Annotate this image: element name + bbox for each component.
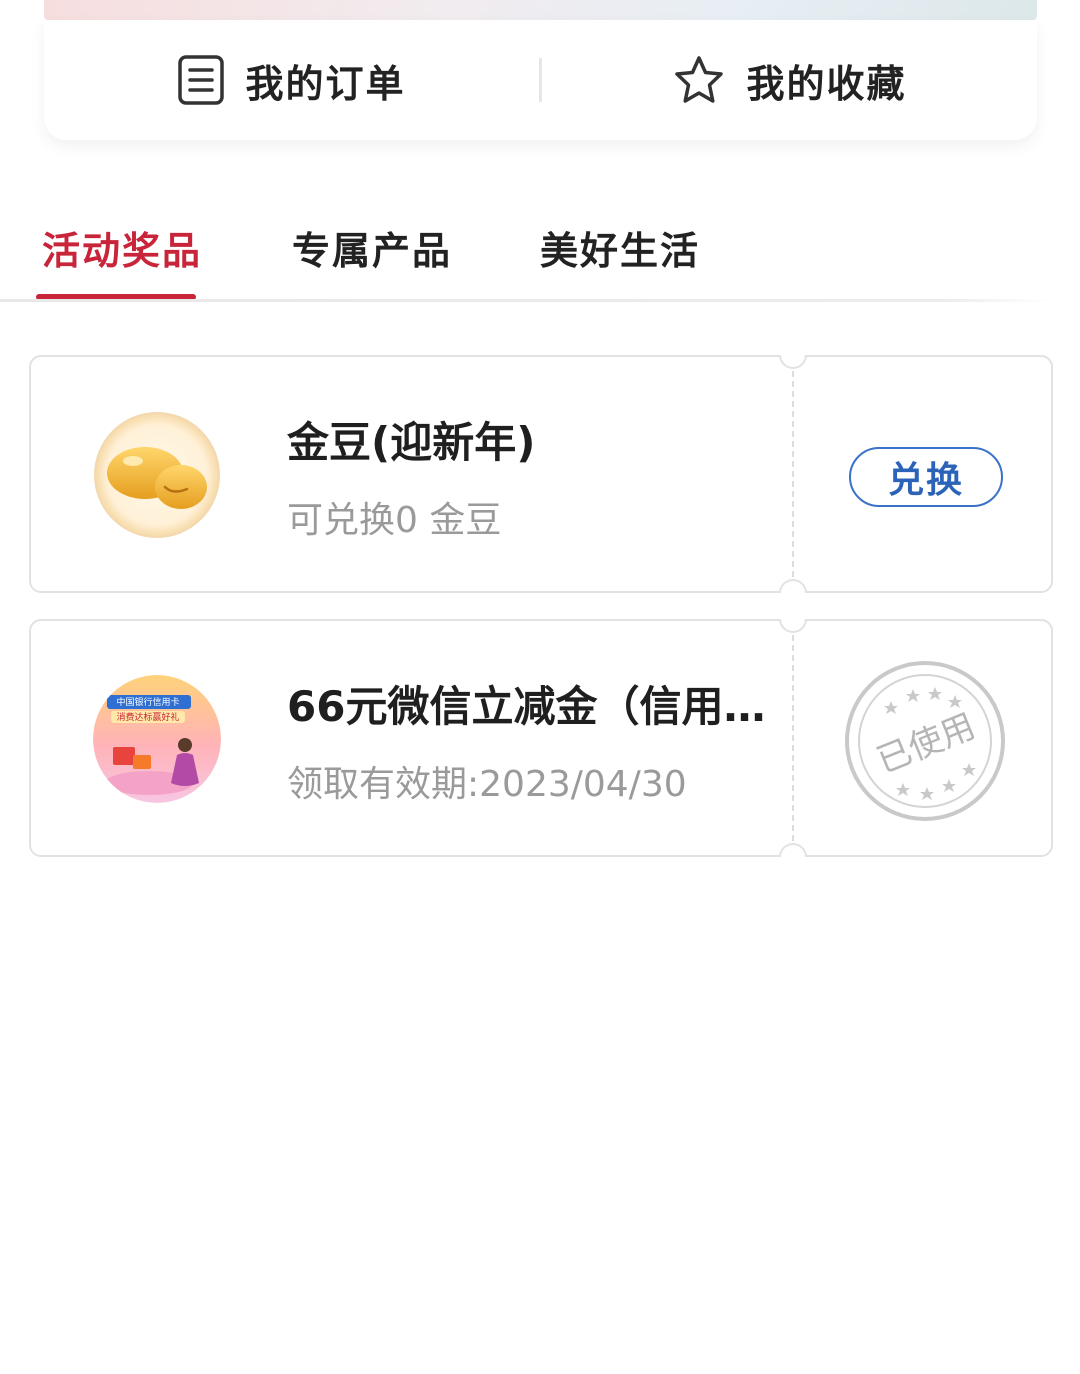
used-stamp-label: 已使用: [871, 706, 981, 781]
used-stamp: 已使用: [843, 659, 1007, 823]
prize-title: 66元微信立减金（信用卡专享）: [287, 682, 781, 731]
promo-thumbnail: 中国银行信用卡 消费达标赢好礼: [93, 675, 221, 803]
prize-balance: 可兑换0 金豆: [287, 500, 502, 541]
gold-bean-icon: [93, 411, 221, 539]
perforation-line: [792, 371, 794, 577]
tab-exclusive-products[interactable]: 专属产品: [292, 220, 452, 275]
svg-text:消费达标赢好礼: 消费达标赢好礼: [116, 711, 179, 723]
star-icon: [672, 54, 726, 106]
svg-text:中国银行信用卡: 中国银行信用卡: [116, 696, 179, 708]
prize-card: 金豆(迎新年) 可兑换0 金豆 兑换: [29, 355, 1053, 593]
order-list-icon: [177, 54, 225, 106]
redeem-button[interactable]: 兑换: [849, 447, 1003, 507]
my-orders-label: 我的订单: [245, 61, 406, 106]
perforation-line: [792, 635, 794, 841]
tabs-divider: [0, 299, 1050, 302]
tab-activity-prizes[interactable]: 活动奖品: [42, 220, 202, 275]
my-favorites-label: 我的收藏: [746, 61, 907, 106]
my-favorites-button[interactable]: 我的收藏: [542, 20, 1037, 140]
prize-validity: 领取有效期:2023/04/30: [287, 764, 687, 805]
prize-card: 中国银行信用卡 消费达标赢好礼 66元微信立减金（信用卡专享） 领取有效期:20…: [29, 619, 1053, 857]
header-banner-edge: [44, 0, 1037, 20]
tab-good-life[interactable]: 美好生活: [540, 220, 700, 275]
category-tabs: 活动奖品 专属产品 美好生活: [0, 200, 1080, 302]
prize-title: 金豆(迎新年): [287, 418, 536, 467]
quick-actions-card: 我的订单 我的收藏: [44, 20, 1037, 140]
my-orders-button[interactable]: 我的订单: [44, 20, 539, 140]
